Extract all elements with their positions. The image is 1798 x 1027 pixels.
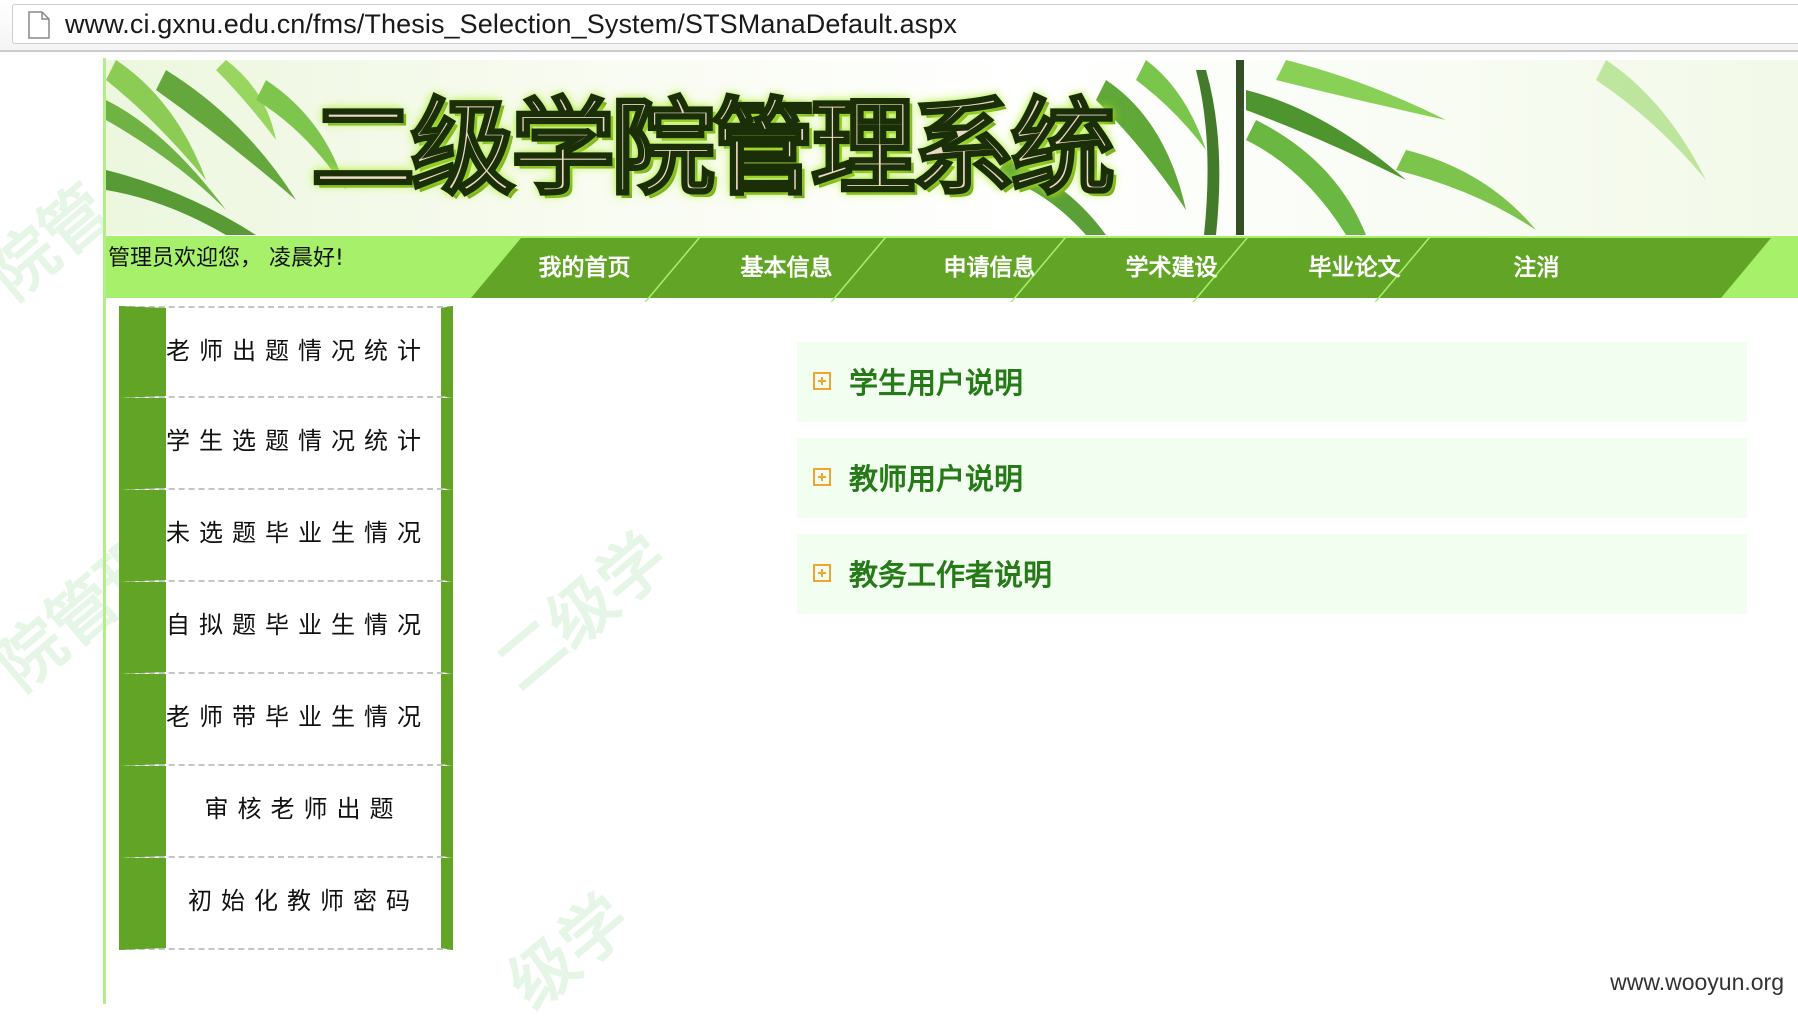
sidebar-item-label: 审核老师出题 [204,795,403,823]
sidebar-item-self-proposed-graduates[interactable]: 自拟题毕业生情况 [119,582,453,674]
nav-item-basic-info[interactable]: 基本信息 [694,238,879,298]
panel-teacher-guide[interactable]: 教师用户说明 [797,438,1747,518]
header-banner: 二级学院管理系统 [106,60,1798,235]
panel-title: 学生用户说明 [849,366,1024,400]
nav-item-academic[interactable]: 学术建设 [1079,238,1264,298]
url-text[interactable]: www.ci.gxnu.edu.cn/fms/Thesis_Selection_… [65,9,957,40]
sidebar-item-label: 自拟题毕业生情况 [166,611,430,639]
nav-item-thesis[interactable]: 毕业论文 [1262,238,1447,298]
sidebar-item-teacher-supervision[interactable]: 老师带毕业生情况 [119,674,453,766]
browser-address-bar: www.ci.gxnu.edu.cn/fms/Thesis_Selection_… [0,0,1798,52]
sidebar-item-label: 老师出题情况统计 [166,337,430,365]
expand-plus-icon[interactable] [813,468,831,486]
expand-plus-icon[interactable] [813,372,831,390]
sidebar-menu: 老师出题情况统计 学生选题情况统计 未选题毕业生情况 自拟题毕业生情况 老师带毕… [119,306,453,950]
background-watermark: 二级学 [481,519,684,706]
panel-title: 教务工作者说明 [849,558,1053,592]
welcome-message: 管理员欢迎您， 凌晨好! [108,246,344,271]
sidebar-item-unselected-graduates[interactable]: 未选题毕业生情况 [119,490,453,582]
nav-item-home[interactable]: 我的首页 [492,238,677,298]
panel-student-guide[interactable]: 学生用户说明 [797,342,1747,422]
sidebar-item-label: 初始化教师密码 [188,887,419,915]
sidebar-item-student-selection-stats[interactable]: 学生选题情况统计 [119,398,453,490]
banner-title: 二级学院管理系统 [309,87,1116,210]
sidebar-item-review-topics[interactable]: 审核老师出题 [119,766,453,858]
url-field[interactable]: www.ci.gxnu.edu.cn/fms/Thesis_Selection_… [12,4,1798,44]
main-nav-bar: 管理员欢迎您， 凌晨好! 我的首页 基本信息 申请信息 学术建设 毕业论文 注消 [106,236,1798,302]
sidebar-item-label: 老师带毕业生情况 [166,703,430,731]
panel-staff-guide[interactable]: 教务工作者说明 [797,534,1747,614]
expand-plus-icon[interactable] [813,564,831,582]
background-watermark: 级学 [494,880,645,1025]
page-icon [28,11,50,39]
nav-item-application-info[interactable]: 申请信息 [897,238,1082,298]
footer-watermark: www.wooyun.org [1610,969,1784,995]
panel-title: 教师用户说明 [849,462,1024,496]
sidebar-item-reset-teacher-password[interactable]: 初始化教师密码 [119,858,453,950]
sidebar-item-label: 未选题毕业生情况 [166,519,430,547]
sidebar-item-teacher-topic-stats[interactable]: 老师出题情况统计 [119,306,453,398]
nav-item-logout[interactable]: 注消 [1444,238,1629,298]
sidebar-item-label: 学生选题情况统计 [166,427,430,455]
